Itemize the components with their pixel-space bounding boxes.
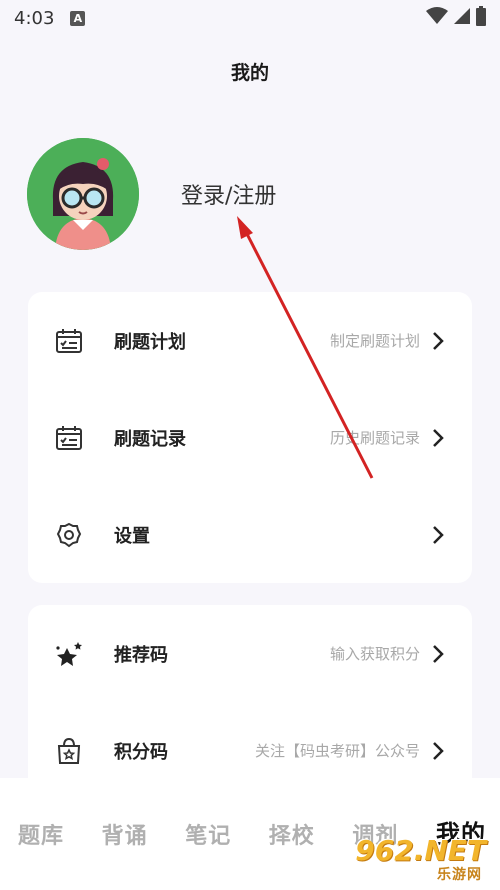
menu-item-label: 刷题计划	[114, 331, 186, 353]
status-bar: 4:03 A	[0, 0, 500, 36]
battery-icon	[476, 6, 486, 30]
avatar[interactable]	[27, 138, 139, 250]
menu-item-hint: 输入获取积分	[329, 645, 420, 663]
tab-list: 题库 背诵 笔记 择校 调剂 我的	[0, 818, 500, 858]
page-title: 我的	[230, 62, 269, 84]
status-time: 4:03	[14, 7, 55, 29]
calendar-check-icon	[55, 327, 83, 355]
tab-mine[interactable]: 我的	[436, 814, 486, 858]
status-right	[426, 6, 486, 30]
menu-item-label: 推荐码	[114, 644, 168, 666]
chevron-right-icon	[432, 741, 444, 761]
menu-item-hint: 制定刷题计划	[329, 332, 420, 350]
calendar-list-icon	[55, 424, 83, 452]
menu-item-referral-code[interactable]: 推荐码 输入获取积分	[28, 605, 472, 702]
menu-item-study-plan[interactable]: 刷题计划 制定刷题计划	[28, 292, 472, 389]
menu-item-hint: 历史刷题记录	[329, 429, 420, 447]
profile-section[interactable]: 登录/注册	[27, 138, 467, 250]
chevron-right-icon	[432, 331, 444, 351]
my-page: 4:03 A 我的 登录/注册 刷题计划 制定刷题计划 刷题记录 历史刷题记录 …	[0, 0, 500, 890]
tab-transfer[interactable]: 调剂	[352, 818, 398, 858]
tab-recitation[interactable]: 背诵	[102, 818, 148, 858]
menu-card-secondary: 推荐码 输入获取积分 积分码 关注【码虫考研】公众号	[28, 605, 472, 795]
tab-school-choice[interactable]: 择校	[269, 818, 315, 858]
menu-item-study-history[interactable]: 刷题记录 历史刷题记录	[28, 389, 472, 486]
menu-item-label: 积分码	[114, 741, 168, 763]
menu-item-label: 刷题记录	[114, 428, 186, 450]
stars-icon	[55, 640, 83, 668]
bottom-tab-bar: 题库 背诵 笔记 择校 调剂 我的	[0, 778, 500, 890]
menu-item-label: 设置	[114, 525, 150, 547]
tab-question-bank[interactable]: 题库	[18, 818, 64, 858]
signal-icon	[453, 7, 471, 29]
girl-avatar-icon	[27, 138, 139, 250]
chevron-right-icon	[432, 525, 444, 545]
notification-icon: A	[70, 10, 86, 26]
chevron-right-icon	[432, 644, 444, 664]
menu-item-settings[interactable]: 设置	[28, 486, 472, 583]
menu-card-primary: 刷题计划 制定刷题计划 刷题记录 历史刷题记录 设置	[28, 292, 472, 583]
gear-icon	[55, 521, 83, 549]
tab-notes[interactable]: 笔记	[185, 818, 231, 858]
chevron-right-icon	[432, 428, 444, 448]
status-left: 4:03 A	[14, 7, 86, 29]
wifi-icon	[426, 7, 448, 29]
gift-bag-icon	[55, 737, 83, 765]
login-register-link[interactable]: 登录/注册	[181, 178, 276, 210]
menu-item-hint: 关注【码虫考研】公众号	[254, 742, 420, 760]
